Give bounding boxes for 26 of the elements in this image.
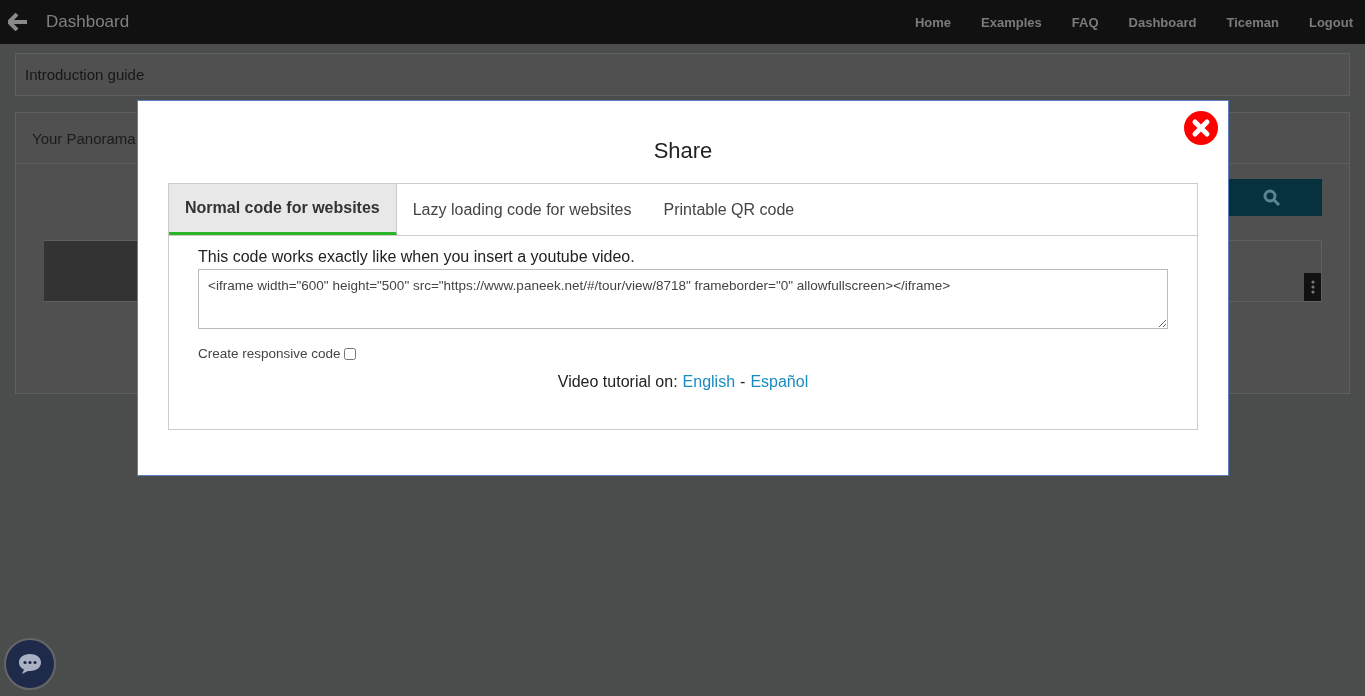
back-arrow-icon[interactable] bbox=[8, 13, 28, 31]
dialog-title: Share bbox=[652, 138, 714, 164]
page-title: Dashboard bbox=[46, 12, 130, 32]
separator-text: - bbox=[740, 373, 746, 391]
description-text: This code works exactly like when you insert a youtube video. bbox=[198, 248, 636, 266]
responsive-checkbox[interactable] bbox=[343, 347, 356, 360]
nav-link[interactable]: Examples bbox=[981, 14, 1042, 30]
nav-link[interactable]: Home bbox=[914, 14, 952, 30]
more-menu-button[interactable] bbox=[1304, 273, 1321, 301]
checkbox-label: Create responsive code bbox=[198, 346, 341, 361]
chat-button[interactable] bbox=[4, 638, 56, 690]
chat-bubble-icon bbox=[17, 652, 43, 676]
tab[interactable]: Normal code for websites bbox=[169, 184, 397, 235]
tutorial-link[interactable]: English bbox=[682, 373, 736, 391]
embed-code-field[interactable]: <iframe width="600" height="500" src="https://www.paneek.net/#/tour/view/8718" frameborder="0" allowfullscreen></iframe> bbox=[198, 269, 1168, 329]
nav-link[interactable]: Logout bbox=[1308, 14, 1353, 30]
close-icon bbox=[1184, 111, 1218, 145]
close-button[interactable] bbox=[1184, 111, 1218, 145]
nav-link[interactable]: Ticeman bbox=[1226, 14, 1279, 30]
tutorial-link[interactable]: Español bbox=[750, 373, 809, 391]
tutorial-label: Video tutorial on: bbox=[557, 373, 678, 391]
search-icon bbox=[1263, 188, 1281, 207]
nav-link[interactable]: Dashboard bbox=[1128, 14, 1197, 30]
nav-link[interactable]: FAQ bbox=[1071, 14, 1099, 30]
panel-title: Introduction guide bbox=[25, 66, 145, 83]
kebab-icon bbox=[1310, 280, 1315, 294]
